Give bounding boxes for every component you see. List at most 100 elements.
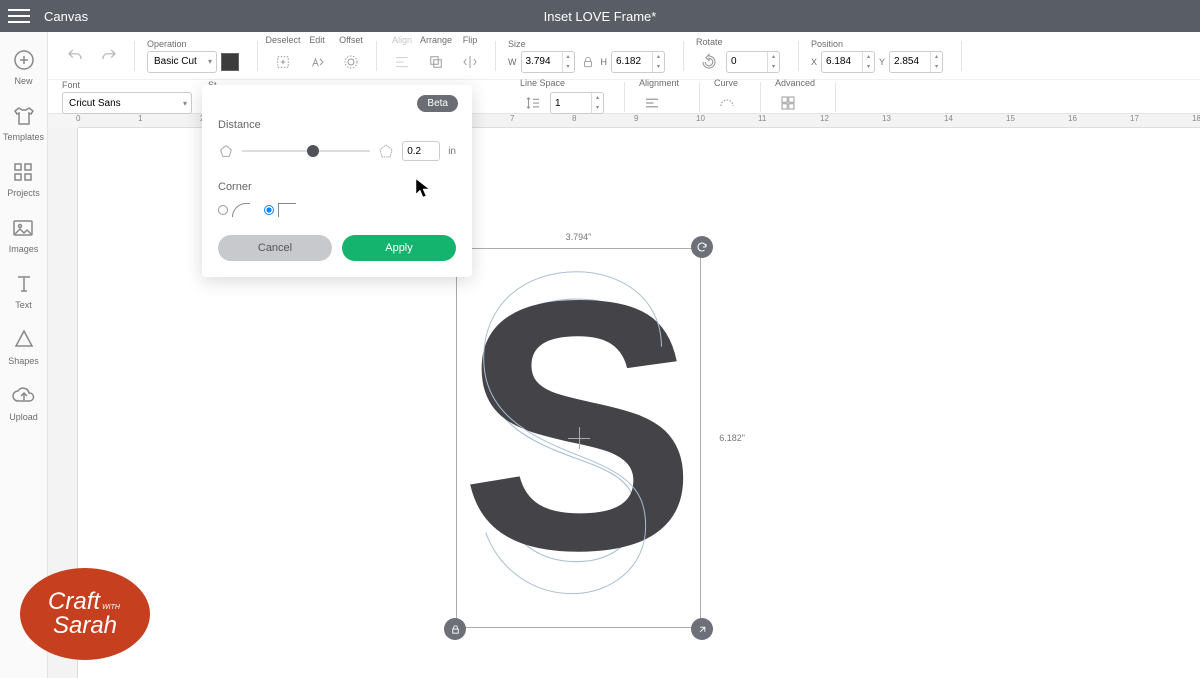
curve-group: Curve	[714, 78, 740, 116]
lock-aspect-icon[interactable]	[579, 55, 597, 69]
rail-templates-label: Templates	[3, 132, 44, 142]
menu-icon[interactable]	[8, 9, 30, 23]
operation-dropdown[interactable]: Basic Cut	[147, 51, 217, 73]
cancel-button[interactable]: Cancel	[218, 235, 332, 261]
document-title[interactable]: Inset LOVE Frame*	[544, 9, 657, 24]
alignment-group: Alignment	[639, 78, 679, 116]
image-icon	[11, 216, 35, 240]
deselect-label: Deselect	[266, 35, 301, 45]
corner-label: Corner	[218, 181, 456, 193]
h-label: H	[601, 57, 608, 67]
rail-new-label: New	[14, 76, 32, 86]
height-input[interactable]	[612, 56, 652, 67]
arrange-button[interactable]: Arrange	[423, 49, 449, 75]
advanced-button[interactable]	[775, 90, 801, 116]
offset-popover: Beta Distance in Corner Cancel Apply	[202, 85, 472, 277]
grid-icon	[11, 160, 35, 184]
logo-line2: Sarah	[53, 612, 117, 639]
deselect-button[interactable]: Deselect	[270, 49, 296, 75]
resize-handle[interactable]	[691, 618, 713, 640]
rail-upload[interactable]: Upload	[9, 384, 38, 422]
rail-upload-label: Upload	[9, 412, 38, 422]
corner-round-option[interactable]	[218, 203, 250, 217]
plus-circle-icon	[12, 48, 36, 72]
rail-templates[interactable]: Templates	[3, 104, 44, 142]
edit-button[interactable]: Edit	[304, 49, 330, 75]
upload-icon	[12, 384, 36, 408]
selection-box[interactable]: 3.794" 6.182" S	[456, 248, 701, 628]
x-stepper[interactable]: ▴▾	[862, 52, 874, 72]
rail-shapes[interactable]: Shapes	[8, 328, 39, 366]
size-group: Size W▴▾ H▴▾	[508, 39, 665, 73]
separator	[699, 82, 700, 112]
x-input[interactable]	[822, 56, 862, 67]
square-corner-icon	[278, 203, 296, 217]
distance-slider[interactable]	[242, 145, 370, 157]
flip-button[interactable]: Flip	[457, 49, 483, 75]
width-input[interactable]	[522, 56, 562, 67]
height-field[interactable]: H ▴▾	[601, 51, 666, 73]
font-group: Font Cricut Sans	[62, 80, 192, 114]
offset-label: Offset	[339, 35, 363, 45]
operation-group: Operation Basic Cut	[147, 39, 239, 73]
rotate-icon[interactable]	[696, 49, 722, 75]
rail-new[interactable]: New	[12, 48, 36, 86]
position-group: Position X ▴▾ Y▴▾	[811, 39, 943, 73]
undo-button[interactable]	[62, 43, 88, 69]
rotate-handle[interactable]	[691, 236, 713, 258]
operation-label: Operation	[147, 39, 239, 49]
shirt-icon	[12, 104, 36, 128]
beta-badge: Beta	[417, 95, 458, 112]
alignment-label: Alignment	[639, 78, 679, 88]
width-stepper[interactable]: ▴▾	[562, 52, 574, 72]
separator	[624, 82, 625, 112]
align-button[interactable]: Align	[389, 49, 415, 75]
rail-projects[interactable]: Projects	[7, 160, 40, 198]
height-stepper[interactable]: ▴▾	[652, 52, 664, 72]
separator	[798, 41, 799, 71]
font-dropdown[interactable]: Cricut Sans	[62, 92, 192, 114]
y-input[interactable]	[890, 56, 930, 67]
rotate-input[interactable]	[727, 56, 767, 67]
x-field[interactable]: X ▴▾	[811, 51, 875, 73]
separator	[495, 41, 496, 71]
edit-label: Edit	[309, 35, 325, 45]
color-swatch[interactable]	[221, 53, 239, 71]
distance-input[interactable]	[402, 141, 440, 161]
corner-square-option[interactable]	[264, 203, 296, 217]
app-title: Canvas	[44, 9, 88, 24]
align-label: Align	[392, 35, 412, 45]
linespace-label: Line Space	[520, 78, 604, 88]
text-icon	[12, 272, 36, 296]
round-corner-icon	[232, 203, 250, 217]
x-label: X	[811, 57, 817, 67]
distance-unit: in	[448, 146, 456, 157]
y-stepper[interactable]: ▴▾	[930, 52, 942, 72]
rotate-group: Rotate ▴▾	[696, 37, 780, 75]
position-label: Position	[811, 39, 943, 49]
logo-line1: Craft	[48, 588, 100, 615]
rail-images-label: Images	[9, 244, 39, 254]
alignment-button[interactable]	[639, 90, 665, 116]
rail-images[interactable]: Images	[9, 216, 39, 254]
center-crosshair-icon	[568, 427, 590, 449]
radio-unselected-icon	[218, 205, 228, 215]
curve-button[interactable]	[714, 90, 740, 116]
rail-text[interactable]: Text	[12, 272, 36, 310]
radio-selected-icon	[264, 205, 274, 215]
linespace-stepper[interactable]: ▴▾	[591, 93, 603, 113]
apply-button[interactable]: Apply	[342, 235, 456, 261]
width-field[interactable]: W▴▾	[508, 51, 575, 73]
rail-text-label: Text	[15, 300, 32, 310]
logo-with: WITH	[102, 604, 120, 611]
linespace-input[interactable]	[551, 98, 591, 109]
lock-handle[interactable]	[444, 618, 466, 640]
offset-button[interactable]: Offset	[338, 49, 364, 75]
rail-shapes-label: Shapes	[8, 356, 39, 366]
redo-button[interactable]	[96, 43, 122, 69]
flip-label: Flip	[463, 35, 478, 45]
arrange-label: Arrange	[420, 35, 452, 45]
rotate-stepper[interactable]: ▴▾	[767, 52, 779, 72]
separator	[835, 82, 836, 112]
y-field[interactable]: Y▴▾	[879, 51, 943, 73]
